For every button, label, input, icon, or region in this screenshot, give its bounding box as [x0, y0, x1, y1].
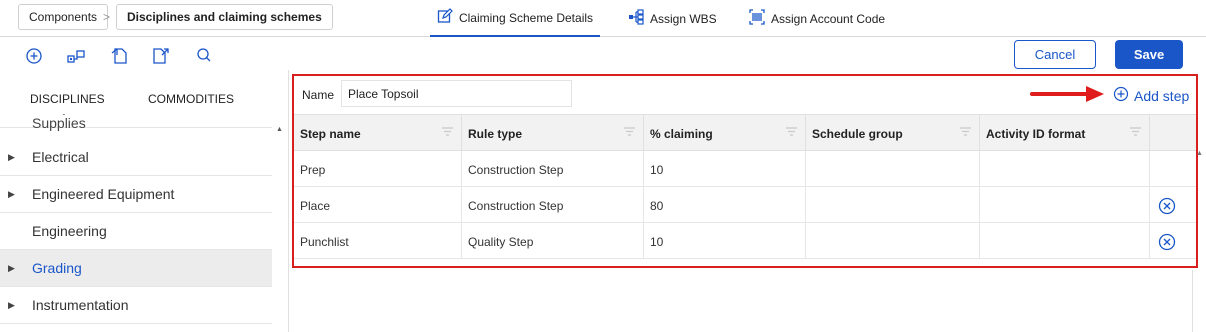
column-header-schedule-group[interactable]: Schedule group: [806, 115, 980, 150]
cancel-button[interactable]: Cancel: [1014, 40, 1096, 69]
name-input[interactable]: [341, 80, 572, 107]
table-row[interactable]: Place Construction Step 80: [294, 187, 1196, 223]
list-item-label: Electrical: [32, 149, 89, 165]
tab-commodities[interactable]: COMMODITIES: [148, 92, 234, 106]
sidebar-item-electrical[interactable]: ▶ Electrical: [0, 139, 272, 176]
tab-assign-wbs[interactable]: Assign WBS: [628, 0, 717, 37]
cell-activity-id-format[interactable]: [980, 223, 1150, 258]
cell-schedule-group[interactable]: [806, 151, 980, 186]
list-item-label: Instrumentation: [32, 297, 129, 313]
column-header-label: Step name: [300, 127, 361, 141]
list-item-label: Engineering: [32, 223, 107, 239]
remove-step-icon[interactable]: [1158, 197, 1176, 215]
column-header-claiming[interactable]: % claiming: [644, 115, 806, 150]
list-item[interactable]: Discipline Services, Tools and Supplies: [0, 114, 272, 131]
breadcrumb-components[interactable]: Components: [18, 4, 109, 30]
structure-icon[interactable]: [66, 46, 86, 66]
cell-step-name[interactable]: Place: [294, 187, 462, 222]
edit-icon: [437, 8, 453, 27]
add-circle-icon: [1113, 86, 1129, 105]
hierarchy-icon: [628, 9, 644, 28]
panel-border: [1192, 270, 1193, 332]
column-menu-icon[interactable]: [442, 127, 453, 136]
export-icon[interactable]: [150, 46, 170, 66]
cell-schedule-group[interactable]: [806, 223, 980, 258]
cell-schedule-group[interactable]: [806, 187, 980, 222]
remove-step-icon[interactable]: [1158, 233, 1176, 251]
sidebar-item-instrumentation[interactable]: ▶ Instrumentation: [0, 287, 272, 324]
list-item-label: Discipline Services, Tools and Supplies: [32, 114, 217, 131]
cell-rule-type[interactable]: Construction Step: [462, 187, 644, 222]
cell-claiming[interactable]: 80: [644, 187, 806, 222]
tab-claiming-scheme-details[interactable]: Claiming Scheme Details: [430, 0, 600, 37]
expand-caret-icon[interactable]: ▶: [8, 152, 15, 163]
add-step-button[interactable]: Add step: [1113, 86, 1189, 105]
list-item-label: Engineered Equipment: [32, 186, 175, 202]
tab-label: Assign Account Code: [771, 11, 886, 26]
column-header-step-name[interactable]: Step name: [294, 115, 462, 150]
save-button[interactable]: Save: [1115, 40, 1183, 69]
expand-caret-icon[interactable]: ▶: [8, 189, 15, 200]
column-header-label: Schedule group: [812, 127, 903, 141]
list-item-label: Grading: [32, 260, 82, 276]
column-menu-icon[interactable]: [960, 127, 971, 136]
arrow-icon: [1030, 86, 1104, 102]
import-icon[interactable]: [110, 46, 130, 66]
expand-caret-icon[interactable]: ▶: [8, 300, 15, 311]
name-label: Name: [302, 88, 335, 102]
cell-step-name[interactable]: Prep: [294, 151, 462, 186]
cell-claiming[interactable]: 10: [644, 223, 806, 258]
column-header-activity-id-format[interactable]: Activity ID format: [980, 115, 1150, 150]
column-menu-icon[interactable]: [1130, 127, 1141, 136]
cell-rule-type[interactable]: Construction Step: [462, 151, 644, 186]
sidebar-item-grading[interactable]: ▶ Grading: [0, 250, 272, 287]
scroll-up-icon[interactable]: ▲: [1196, 150, 1203, 157]
column-header-actions: [1150, 115, 1196, 150]
tab-label: Claiming Scheme Details: [458, 10, 594, 25]
grid-header: Step name Rule type % claiming Schedule …: [294, 114, 1196, 151]
column-header-label: % claiming: [650, 127, 713, 141]
add-circle-icon[interactable]: [24, 46, 44, 66]
column-menu-icon[interactable]: [624, 127, 635, 136]
panel-divider: [288, 70, 289, 332]
discipline-list: Discipline Services, Tools and Supplies …: [0, 114, 276, 332]
add-step-label: Add step: [1134, 87, 1190, 104]
breadcrumb-separator: >: [103, 10, 111, 24]
column-header-rule-type[interactable]: Rule type: [462, 115, 644, 150]
top-bar: Components > Disciplines and claiming sc…: [0, 0, 1206, 37]
column-header-label: Activity ID format: [986, 127, 1086, 141]
cell-step-name[interactable]: Punchlist: [294, 223, 462, 258]
scroll-up-icon[interactable]: ▲: [276, 126, 283, 133]
column-header-label: Rule type: [468, 127, 523, 141]
table-row[interactable]: Punchlist Quality Step 10: [294, 223, 1196, 259]
breadcrumb-current[interactable]: Disciplines and claiming schemes: [116, 4, 333, 30]
table-row[interactable]: Prep Construction Step 10: [294, 151, 1196, 187]
tab-disciplines[interactable]: DISCIPLINES: [30, 92, 105, 106]
expand-caret-icon[interactable]: ▶: [8, 263, 15, 274]
cell-activity-id-format[interactable]: [980, 187, 1150, 222]
barcode-icon: [749, 9, 765, 28]
tab-assign-account-code[interactable]: Assign Account Code: [749, 0, 885, 37]
tab-label: Assign WBS: [650, 11, 717, 26]
cell-claiming[interactable]: 10: [644, 151, 806, 186]
sidebar-item-engineered-equipment[interactable]: ▶ Engineered Equipment: [0, 176, 272, 213]
sidebar-tabs: DISCIPLINES COMMODITIES: [0, 80, 280, 116]
sidebar-item-engineering[interactable]: Engineering: [0, 213, 272, 250]
cell-rule-type[interactable]: Quality Step: [462, 223, 644, 258]
cell-activity-id-format[interactable]: [980, 151, 1150, 186]
search-icon[interactable]: [194, 46, 214, 66]
column-menu-icon[interactable]: [786, 127, 797, 136]
